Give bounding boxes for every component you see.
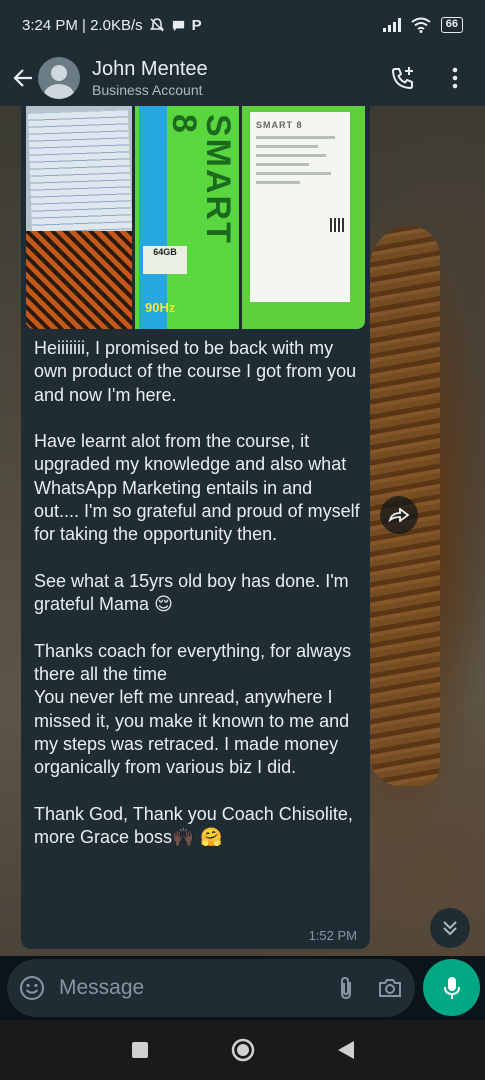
scroll-down-icon[interactable] — [430, 908, 470, 948]
back-nav-icon[interactable] — [336, 1039, 356, 1061]
p-icon: P — [191, 16, 202, 34]
composer: Message — [0, 956, 485, 1020]
status-bar: 3:24 PM | 2.0KB/s P 66 — [0, 0, 485, 50]
mic-button[interactable] — [423, 959, 480, 1016]
message-photos[interactable]: SMART 8 64GB 90Hz SMART 8 — [26, 106, 365, 329]
mic-icon — [443, 976, 460, 999]
emoji-icon[interactable] — [19, 975, 45, 1001]
box-brand-text: SMART 8 — [165, 114, 237, 245]
message-text: Heiiiiiii, I promised to be back with my… — [34, 338, 360, 849]
status-right: 66 — [382, 17, 463, 33]
chat-header: John Mentee Business Account — [0, 50, 485, 106]
add-call-icon[interactable] — [383, 58, 423, 98]
avatar[interactable] — [38, 57, 80, 99]
contact-info[interactable]: John Mentee Business Account — [92, 57, 383, 99]
relieved-emoji: 😌 — [154, 594, 173, 616]
wifi-icon — [411, 17, 431, 33]
message-bubble[interactable]: SMART 8 64GB 90Hz SMART 8 Heiiiiiii, I p… — [21, 106, 370, 949]
home-icon[interactable] — [230, 1037, 256, 1063]
sheet-brand: SMART 8 — [256, 120, 303, 130]
box-storage-label: 64GB — [143, 246, 187, 274]
status-left: 3:24 PM | 2.0KB/s P — [22, 17, 383, 34]
end-emoji: 🙌🏿 🤗 — [172, 827, 223, 849]
mute-icon — [149, 18, 164, 32]
message-time: 1:52 PM — [308, 928, 357, 943]
contact-name: John Mentee — [92, 58, 208, 80]
forward-icon[interactable] — [380, 496, 418, 534]
more-vert-icon[interactable] — [435, 58, 475, 98]
signal-icon — [382, 18, 401, 32]
system-nav-bar — [0, 1020, 485, 1080]
chat-bubble-icon — [172, 20, 184, 31]
message-placeholder: Message — [59, 976, 145, 999]
message-input[interactable]: Message — [7, 959, 415, 1017]
back-arrow-icon[interactable] — [10, 65, 36, 91]
camera-icon[interactable] — [377, 976, 403, 1000]
recents-icon[interactable] — [130, 1040, 150, 1060]
battery-icon: 66 — [440, 17, 463, 33]
contact-subtitle: Business Account — [92, 82, 203, 98]
photo-spec-sheet[interactable]: SMART 8 — [242, 106, 365, 329]
attach-icon[interactable] — [335, 975, 357, 1001]
photo-phone-box[interactable]: SMART 8 64GB 90Hz — [135, 106, 239, 329]
photo-receipt[interactable] — [26, 106, 133, 329]
box-refresh-label: 90Hz — [145, 300, 176, 315]
status-time: 3:24 PM | 2.0KB/s — [22, 16, 143, 34]
chat-area[interactable]: SMART 8 64GB 90Hz SMART 8 Heiiiiiii, I p… — [0, 106, 485, 956]
